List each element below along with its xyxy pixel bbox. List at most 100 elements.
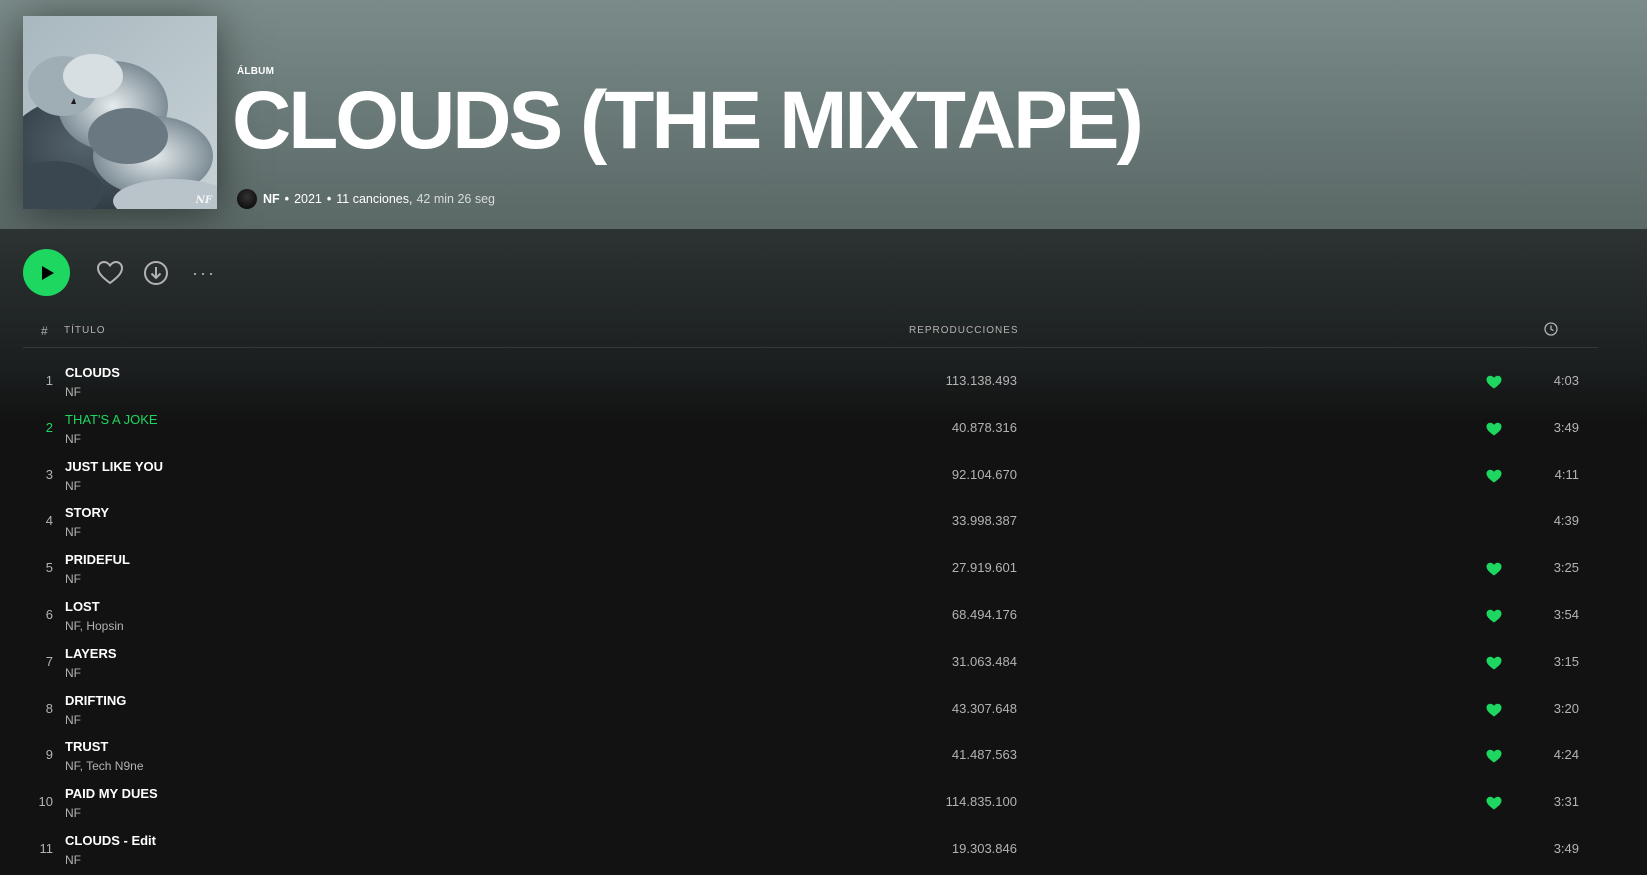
track-artist[interactable]: NF, Hopsin	[65, 619, 124, 633]
like-track-button[interactable]	[1486, 375, 1502, 389]
liked-heart-icon	[1486, 750, 1502, 763]
column-plays: REPRODUCCIONES	[909, 325, 1019, 336]
like-album-button[interactable]	[96, 259, 124, 287]
track-artist[interactable]: NF, Tech N9ne	[65, 759, 144, 773]
like-track-button[interactable]	[1486, 749, 1502, 763]
track-duration: 4:11	[1554, 466, 1579, 482]
album-cover: NF	[23, 16, 217, 209]
track-plays: 92.104.670	[951, 466, 1017, 482]
track-row[interactable]: 2 THAT'S A JOKE NF 40.878.316 3:49	[23, 408, 1598, 455]
clock-icon	[1544, 322, 1558, 336]
track-plays: 19.303.846	[951, 840, 1017, 856]
track-plays: 114.835.100	[945, 794, 1017, 810]
track-artist[interactable]: NF	[65, 572, 81, 586]
track-row[interactable]: 9 TRUST NF, Tech N9ne 41.487.563 4:24	[23, 735, 1598, 782]
track-number: 11	[39, 840, 54, 856]
cloud-artwork	[23, 16, 217, 209]
track-number: 7	[45, 653, 53, 669]
track-plays: 113.138.493	[945, 373, 1017, 388]
album-title: CLOUDS (THE MIXTAPE)	[232, 75, 1144, 166]
track-artist[interactable]: NF	[65, 525, 81, 539]
track-duration: 4:39	[1553, 513, 1579, 529]
track-title[interactable]: PAID MY DUES	[65, 786, 158, 801]
liked-heart-icon	[1486, 375, 1502, 389]
track-artist[interactable]: NF	[65, 432, 81, 446]
track-number: 5	[45, 560, 53, 576]
track-duration: 3:20	[1553, 700, 1579, 716]
heart-outline-icon	[96, 260, 124, 285]
track-title[interactable]: CLOUDS - Edit	[65, 833, 156, 848]
track-artist[interactable]: NF	[65, 385, 81, 399]
track-number: 8	[45, 700, 53, 716]
track-plays: 68.494.176	[951, 606, 1017, 622]
track-row[interactable]: 8 DRIFTING NF 43.307.648 3:20	[23, 689, 1598, 736]
play-icon	[41, 265, 54, 280]
track-title[interactable]: TRUST	[65, 739, 108, 754]
track-title[interactable]: DRIFTING	[65, 693, 126, 708]
separator-dot: •	[284, 192, 290, 206]
track-row[interactable]: 3 JUST LIKE YOU NF 92.104.670 4:11	[23, 455, 1598, 502]
track-number: 4	[45, 513, 53, 529]
track-number: 3	[45, 466, 53, 482]
liked-heart-icon	[1486, 796, 1502, 810]
song-count: 11 canciones,	[336, 192, 413, 206]
track-number: 9	[45, 747, 53, 763]
track-plays: 43.307.648	[951, 700, 1017, 716]
track-title[interactable]: STORY	[65, 505, 109, 520]
column-number: #	[41, 324, 49, 338]
track-duration: 3:49	[1553, 419, 1579, 435]
track-artist[interactable]: NF	[65, 713, 81, 727]
artist-avatar[interactable]	[237, 189, 257, 209]
track-title[interactable]: LAYERS	[65, 646, 117, 661]
liked-heart-icon	[1486, 562, 1502, 576]
track-number: 10	[38, 794, 53, 810]
track-title[interactable]: CLOUDS	[65, 365, 120, 380]
track-row[interactable]: 7 LAYERS NF 31.063.484 3:15	[23, 642, 1598, 689]
track-row[interactable]: 10 PAID MY DUES NF 114.835.100 3:31	[23, 782, 1598, 829]
track-artist[interactable]: NF	[65, 666, 81, 680]
track-title[interactable]: LOST	[65, 599, 100, 614]
track-title[interactable]: PRIDEFUL	[65, 552, 130, 567]
play-button[interactable]	[23, 249, 70, 296]
album-page: NF ÁLBUM CLOUDS (THE MIXTAPE) NF • 2021 …	[0, 0, 1647, 875]
like-track-button[interactable]	[1486, 469, 1502, 483]
separator-dot: •	[326, 192, 332, 206]
download-icon	[144, 261, 168, 285]
track-number: 2	[45, 419, 53, 435]
track-artist[interactable]: NF	[65, 806, 81, 820]
track-duration: 3:31	[1553, 794, 1579, 810]
like-track-button[interactable]	[1486, 656, 1502, 670]
tracklist-header: # TÍTULO REPRODUCCIONES	[23, 319, 1598, 348]
track-row[interactable]: 5 PRIDEFUL NF 27.919.601 3:25	[23, 548, 1598, 595]
track-row[interactable]: 11 CLOUDS - Edit NF 19.303.846 3:49	[23, 829, 1598, 875]
like-track-button[interactable]	[1486, 422, 1502, 436]
track-row[interactable]: 6 LOST NF, Hopsin 68.494.176 3:54	[23, 595, 1598, 642]
like-track-button[interactable]	[1486, 562, 1502, 576]
track-duration: 4:03	[1553, 373, 1579, 388]
download-button[interactable]	[142, 259, 170, 287]
track-row[interactable]: 1 CLOUDS NF 113.138.493 4:03	[23, 361, 1598, 408]
track-plays: 31.063.484	[951, 653, 1017, 669]
track-number: 1	[45, 373, 53, 388]
like-track-button[interactable]	[1486, 703, 1502, 717]
liked-heart-icon	[1486, 656, 1502, 670]
track-plays: 41.487.563	[951, 747, 1017, 763]
track-title[interactable]: THAT'S A JOKE	[65, 412, 158, 427]
more-options-button[interactable]: ···	[190, 259, 218, 287]
track-plays: 27.919.601	[951, 560, 1017, 576]
liked-heart-icon	[1486, 422, 1502, 436]
like-track-button[interactable]	[1486, 609, 1502, 623]
track-duration: 3:15	[1553, 653, 1579, 669]
track-artist[interactable]: NF	[65, 479, 81, 493]
track-artist[interactable]: NF	[65, 853, 81, 867]
track-duration: 4:24	[1553, 747, 1579, 763]
track-number: 6	[45, 606, 53, 622]
artist-link[interactable]: NF	[263, 192, 280, 206]
tracklist: 1 CLOUDS NF 113.138.493 4:03 2 THAT'S A JOKE NF…	[23, 361, 1598, 875]
like-track-button[interactable]	[1486, 796, 1502, 810]
liked-heart-icon	[1486, 703, 1502, 717]
album-duration: 42 min 26 seg	[416, 192, 496, 206]
album-meta: NF • 2021 • 11 canciones, 42 min 26 seg	[237, 189, 495, 209]
track-row[interactable]: 4 STORY NF 33.998.387 4:39	[23, 501, 1598, 548]
track-title[interactable]: JUST LIKE YOU	[65, 459, 163, 474]
